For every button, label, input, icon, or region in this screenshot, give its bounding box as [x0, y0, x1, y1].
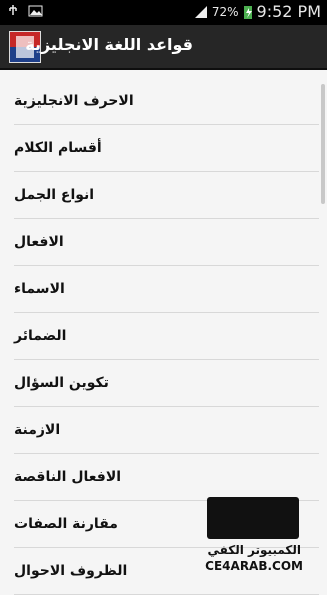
list-item-label: تكوين السؤال [14, 375, 109, 391]
list-item[interactable]: انواع الجمل [14, 172, 319, 219]
list-item-label: الافعال الناقصة [14, 469, 122, 485]
watermark-arabic: الكمبيوتر الكفي [207, 543, 302, 557]
list-item-label: الافعال [14, 234, 64, 250]
watermark-url: CE4ARAB.COM [205, 559, 303, 573]
signal-icon [194, 5, 207, 18]
list-item-label: انواع الجمل [14, 187, 95, 203]
list-item[interactable]: الافعال [14, 219, 319, 266]
list-item-label: الازمنة [14, 422, 61, 438]
watermark-logo [207, 497, 299, 539]
list-item-label: أقسام الكلام [14, 140, 102, 156]
list-item-label: الضمائر [14, 328, 67, 344]
app-title: قواعد اللغة الانجليزية [25, 35, 193, 54]
battery-percent: 72% [211, 4, 239, 19]
list-item[interactable]: أقسام الكلام [14, 125, 319, 172]
list-item[interactable]: الاسماء [14, 266, 319, 313]
list-item-label: الاحرف الانجليزية [14, 93, 134, 109]
battery-charging-icon [243, 5, 252, 19]
watermark: الكمبيوتر الكفي CE4ARAB.COM [195, 497, 315, 577]
scrollbar[interactable] [321, 84, 325, 204]
usb-icon [9, 5, 17, 15]
list-item[interactable]: الاحرف الانجليزية [14, 78, 319, 125]
list-item-label: الظروف الاحوال [14, 563, 128, 579]
action-bar: قواعد اللغة الانجليزية [0, 25, 327, 70]
list-item[interactable]: الافعال الناقصة [14, 454, 319, 501]
clock: 9:52 PM [256, 2, 321, 21]
list-item-label: الاسماء [14, 281, 65, 297]
list-item[interactable]: الضمائر [14, 313, 319, 360]
list-item[interactable]: الازمنة [14, 407, 319, 454]
image-icon [28, 5, 43, 17]
list-item-label: مقارنة الصفات [14, 516, 118, 532]
status-bar: 72% 9:52 PM [0, 0, 327, 25]
list-item[interactable]: تكوين السؤال [14, 360, 319, 407]
